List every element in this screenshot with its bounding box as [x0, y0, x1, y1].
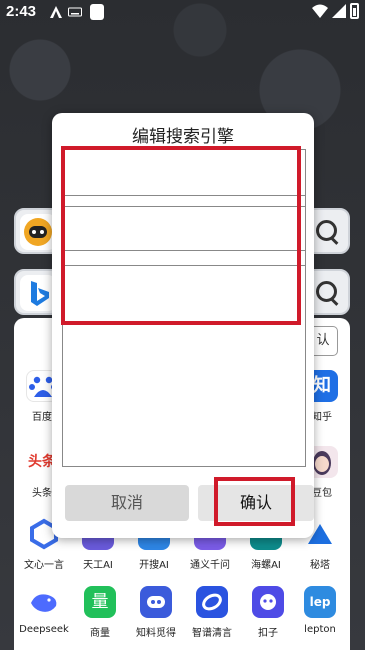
- engine-label: 秘塔: [310, 560, 330, 571]
- kouzi-icon: [252, 586, 284, 618]
- search-icon[interactable]: [314, 279, 342, 307]
- engine-label: 知料觅得: [136, 628, 176, 639]
- engine-label: 扣子: [258, 628, 278, 639]
- signal-icon: [332, 4, 346, 18]
- wifi-icon: [312, 4, 328, 18]
- engine-label: 海螺AI: [251, 560, 281, 571]
- notification-a-icon: [50, 6, 62, 18]
- battery-icon: [350, 3, 359, 19]
- keyboard-icon: [68, 7, 82, 17]
- engine-deepseek[interactable]: Deepseek: [18, 586, 70, 635]
- engine-lepton[interactable]: lep lepton: [294, 586, 346, 635]
- engine-zhiliao[interactable]: 知料觅得: [130, 586, 182, 639]
- engine-shangliang[interactable]: 量 商量: [74, 586, 126, 639]
- engine-label: 通义千问: [190, 560, 230, 571]
- dialog-title: 编辑搜索引擎: [132, 127, 234, 147]
- engine-label: 天工AI: [83, 560, 113, 571]
- engine-kouzi[interactable]: 扣子: [242, 586, 294, 639]
- lepton-icon: lep: [304, 586, 336, 618]
- engine-label: lepton: [304, 624, 336, 635]
- shangliang-icon: 量: [84, 586, 116, 618]
- highlight-box-fields: [61, 146, 301, 325]
- zhipu-icon: [196, 586, 228, 618]
- engine-label: 智谱清言: [192, 628, 232, 639]
- engine-label: 商量: [90, 628, 110, 639]
- engine-zhipu[interactable]: 智谱清言: [186, 586, 238, 639]
- status-bar: 2:43: [0, 0, 365, 26]
- highlight-box-confirm: [214, 477, 295, 526]
- cancel-button[interactable]: 取消: [65, 485, 189, 521]
- app-square-icon: [90, 4, 104, 20]
- search-icon[interactable]: [314, 218, 342, 246]
- zhiliao-icon: [140, 586, 172, 618]
- bing-icon: [20, 275, 56, 311]
- deepseek-icon: [28, 586, 60, 618]
- chat-robot-icon: [20, 214, 56, 250]
- status-time: 2:43: [6, 3, 37, 20]
- engine-label: 开搜AI: [139, 560, 169, 571]
- engine-label: Deepseek: [19, 624, 69, 635]
- engine-label: 文心一言: [24, 560, 64, 571]
